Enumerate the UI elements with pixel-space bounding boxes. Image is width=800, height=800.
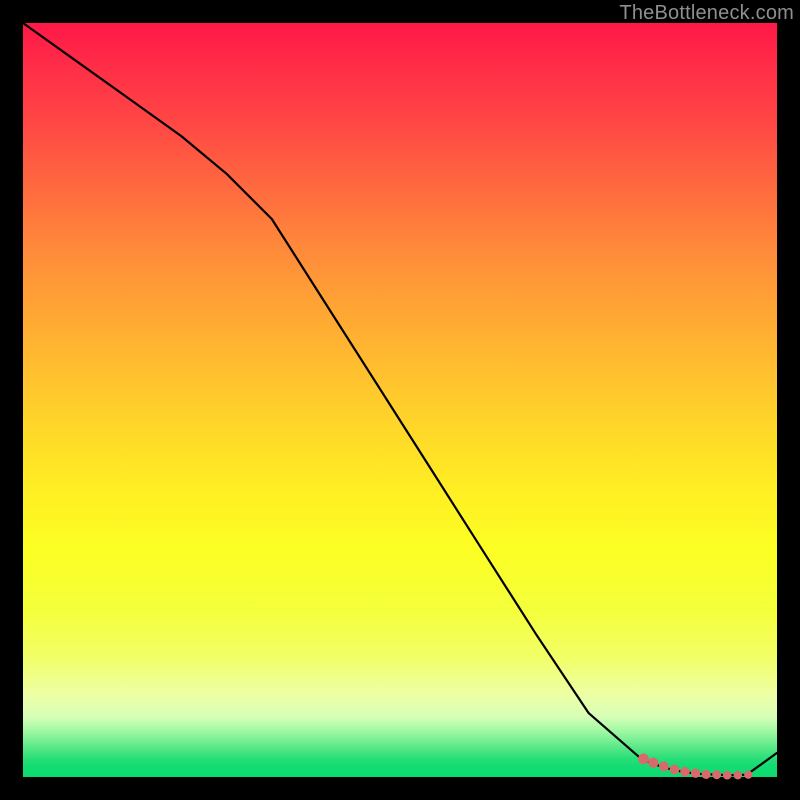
- chart-svg: [23, 23, 777, 777]
- curve-marker: [734, 771, 743, 780]
- curve-marker: [691, 769, 700, 778]
- curve-line: [23, 23, 777, 775]
- curve-marker: [702, 770, 711, 779]
- curve-marker: [670, 765, 680, 775]
- watermark-text: TheBottleneck.com: [619, 2, 794, 25]
- plot-area: [23, 23, 777, 777]
- chart-stage: TheBottleneck.com: [0, 0, 800, 800]
- curve-marker: [723, 771, 732, 780]
- marker-group: [638, 754, 752, 780]
- curve-marker: [744, 771, 752, 779]
- curve-marker: [638, 754, 649, 765]
- curve-marker: [680, 767, 690, 777]
- curve-marker: [712, 770, 721, 779]
- curve-marker: [659, 761, 669, 771]
- curve-marker: [648, 758, 658, 768]
